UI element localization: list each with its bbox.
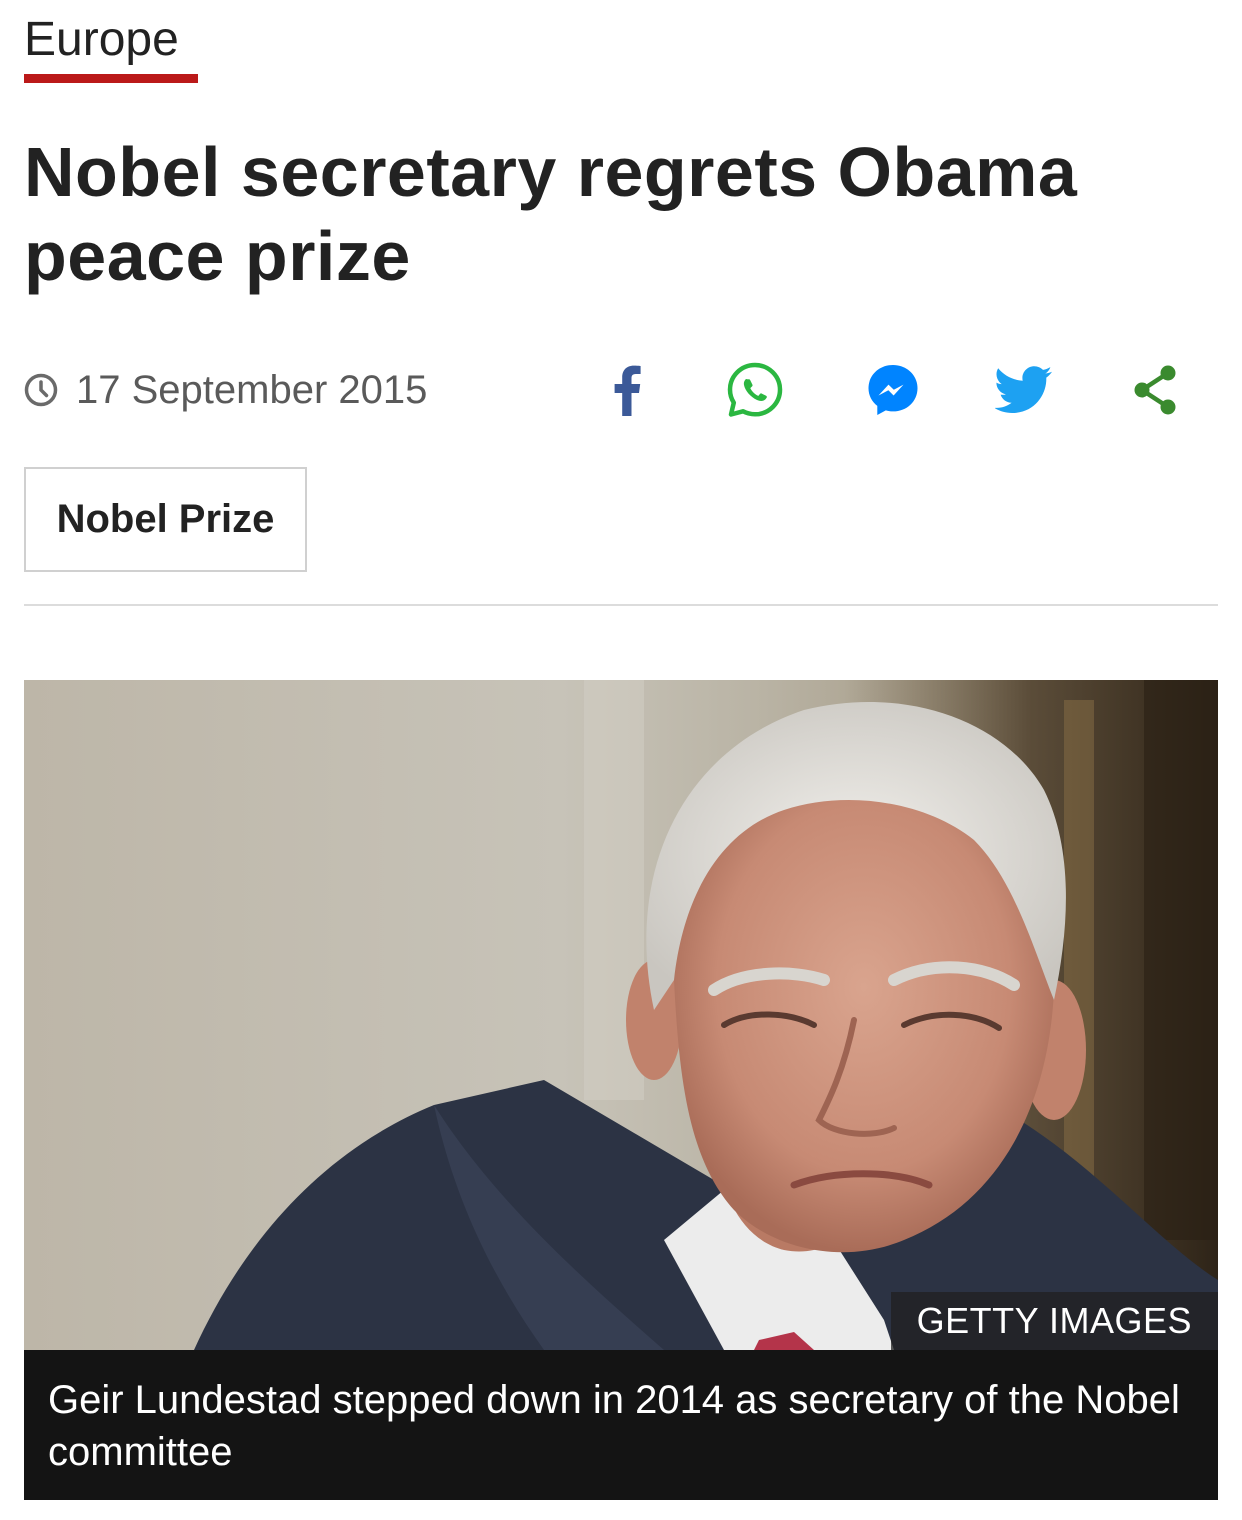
divider [24,604,1218,606]
image-credit: GETTY IMAGES [890,1292,1218,1350]
section-link-europe[interactable]: Europe [24,12,179,68]
share-icon [1134,365,1176,415]
article-meta-row: 17 September 2015 [24,360,1194,420]
topic-tag-label: Nobel Prize [56,497,275,541]
section-label: Europe [24,13,179,66]
share-facebook-button[interactable] [602,360,652,420]
clock-icon [24,373,58,407]
whatsapp-icon [727,362,783,417]
article-date: 17 September 2015 [24,360,427,420]
share-twitter-button[interactable] [994,360,1054,420]
share-whatsapp-button[interactable] [724,360,786,420]
facebook-icon [614,365,641,416]
topic-tag-nobel-prize[interactable]: Nobel Prize [24,467,307,572]
image-caption-text: Geir Lundestad stepped down in 2014 as s… [48,1378,1180,1474]
image-caption: Geir Lundestad stepped down in 2014 as s… [24,1350,1218,1500]
twitter-icon [995,366,1052,413]
article-headline: Nobel secretary regrets Obama peace priz… [24,133,1078,295]
share-messenger-button[interactable] [864,360,922,420]
section-underline [24,74,198,83]
messenger-icon [868,365,918,415]
article-photo [24,680,1218,1350]
date-text: 17 September 2015 [76,367,428,412]
share-button[interactable] [1128,360,1184,420]
image-credit-text: GETTY IMAGES [916,1300,1192,1341]
article-figure: GETTY IMAGES Geir Lundestad stepped down… [24,680,1218,1500]
